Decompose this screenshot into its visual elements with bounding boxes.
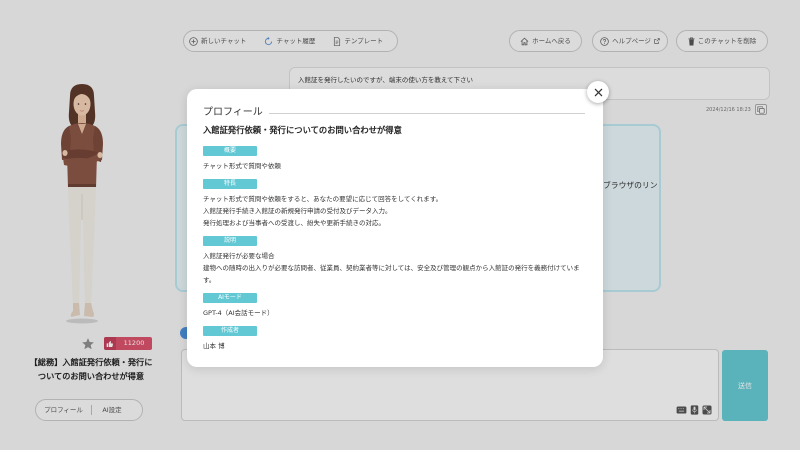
profile-section-ai-mode: AIモード GPT-4（AI会話モード） [203,293,587,319]
section-label: 特長 [203,179,257,189]
section-text: 入館証発行が必要な場合 [203,252,275,260]
profile-section-description: 説明 入館証発行が必要な場合 建物への随時の出入りが必要な訪問者、従業員、契約業… [203,236,587,286]
section-text: チャット形式で質問や依頼 [203,162,281,170]
profile-sections: 概要 チャット形式で質問や依頼 特長 チャット形式で質問や依頼をすると、あなたの… [203,146,587,352]
section-label: 概要 [203,146,257,156]
modal-title: プロフィール [203,107,263,118]
section-text: GPT-4（AI会話モード） [203,309,274,317]
profile-modal: プロフィール 入館証発行依頼・発行についてのお問い合わせが得意 概要 チャット形… [187,89,603,367]
modal-subtitle: 入館証発行依頼・発行についてのお問い合わせが得意 [203,125,402,135]
section-text: 建物への随時の出入りが必要な訪問者、従業員、契約業者等に対しては、安全及び管理の… [203,264,580,284]
section-label: 説明 [203,236,257,246]
section-text: チャット形式で質問や依頼をすると、あなたの要望に応じて回答をしてくれます。 [203,195,443,203]
modal-header: プロフィール [203,106,587,120]
modal-close-button[interactable] [587,81,609,103]
modal-title-divider [268,112,585,114]
section-text: 発行処理および当事者への受渡し、紛失や更新手続きの対応。 [203,219,385,227]
section-text: 山本 博 [203,342,225,350]
section-text: 入館証発行手続き入館証の新規発行申請の受付及びデータ入力。 [203,207,392,215]
profile-section-features: 特長 チャット形式で質問や依頼をすると、あなたの要望に応じて回答をしてくれます。… [203,179,587,229]
close-icon [594,88,603,97]
profile-section-overview: 概要 チャット形式で質問や依頼 [203,146,587,172]
profile-section-author: 作成者 山本 博 [203,326,587,352]
section-label: AIモード [203,293,257,303]
section-label: 作成者 [203,326,257,336]
